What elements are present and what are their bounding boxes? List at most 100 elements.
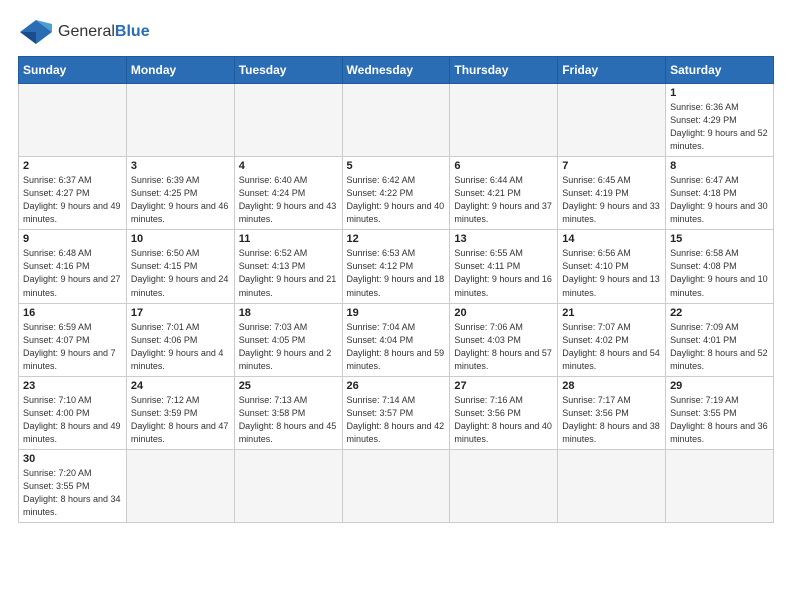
day-cell	[234, 449, 342, 522]
day-number: 22	[670, 307, 769, 319]
day-number: 9	[23, 233, 122, 245]
day-cell	[126, 449, 234, 522]
week-row-4: 16 Sunrise: 6:59 AM Sunset: 4:07 PM Dayli…	[19, 303, 774, 376]
logo-icon	[18, 18, 54, 46]
day-cell	[234, 84, 342, 157]
day-cell: 1Sunrise: 6:36 AM Sunset: 4:29 PM Daylig…	[666, 84, 774, 157]
day-number: 25	[239, 380, 338, 392]
day-cell: 27Sunrise: 7:16 AM Sunset: 3:56 PM Dayli…	[450, 376, 558, 449]
day-number: 15	[670, 233, 769, 245]
page: GeneralBlue SundayMondayTuesdayWednesday…	[0, 0, 792, 612]
week-row-2: 2Sunrise: 6:37 AM Sunset: 4:27 PM Daylig…	[19, 157, 774, 230]
day-info: Sunrise: 7:04 AM Sunset: 4:04 PM Dayligh…	[347, 321, 446, 373]
day-info: Sunrise: 7:12 AM Sunset: 3:59 PM Dayligh…	[131, 394, 230, 446]
day-cell: 30 Sunrise: 7:20 AM Sunset: 3:55 PM Dayli…	[19, 449, 127, 522]
day-cell: 23 Sunrise: 7:10 AM Sunset: 4:00 PM Dayli…	[19, 376, 127, 449]
day-info: Sunrise: 6:56 AM Sunset: 4:10 PM Dayligh…	[562, 247, 661, 299]
calendar: SundayMondayTuesdayWednesdayThursdayFrid…	[18, 56, 774, 523]
day-cell: 16 Sunrise: 6:59 AM Sunset: 4:07 PM Dayli…	[19, 303, 127, 376]
day-cell: 24 Sunrise: 7:12 AM Sunset: 3:59 PM Dayli…	[126, 376, 234, 449]
day-number: 14	[562, 233, 661, 245]
day-number: 20	[454, 307, 553, 319]
day-cell: 19 Sunrise: 7:04 AM Sunset: 4:04 PM Dayli…	[342, 303, 450, 376]
day-info: Sunrise: 6:45 AM Sunset: 4:19 PM Dayligh…	[562, 174, 661, 226]
day-info: Sunrise: 7:01 AM Sunset: 4:06 PM Dayligh…	[131, 321, 230, 373]
day-cell: 6 Sunrise: 6:44 AM Sunset: 4:21 PM Daylig…	[450, 157, 558, 230]
logo-text: GeneralBlue	[58, 23, 150, 41]
day-info: Sunrise: 6:50 AM Sunset: 4:15 PM Dayligh…	[131, 247, 230, 299]
day-info: Sunrise: 7:07 AM Sunset: 4:02 PM Dayligh…	[562, 321, 661, 373]
weekday-friday: Friday	[558, 57, 666, 84]
day-number: 13	[454, 233, 553, 245]
day-info: Sunrise: 7:19 AM Sunset: 3:55 PM Dayligh…	[670, 394, 769, 446]
day-cell: 20 Sunrise: 7:06 AM Sunset: 4:03 PM Dayli…	[450, 303, 558, 376]
day-cell: 11 Sunrise: 6:52 AM Sunset: 4:13 PM Dayli…	[234, 230, 342, 303]
day-number: 17	[131, 307, 230, 319]
logo: GeneralBlue	[18, 18, 150, 46]
day-number: 16	[23, 307, 122, 319]
day-cell: 9 Sunrise: 6:48 AM Sunset: 4:16 PM Daylig…	[19, 230, 127, 303]
day-number: 8	[670, 160, 769, 172]
day-cell	[126, 84, 234, 157]
day-number: 24	[131, 380, 230, 392]
day-cell	[666, 449, 774, 522]
day-cell: 18Sunrise: 7:03 AM Sunset: 4:05 PM Dayli…	[234, 303, 342, 376]
day-info: Sunrise: 6:44 AM Sunset: 4:21 PM Dayligh…	[454, 174, 553, 226]
day-cell: 10Sunrise: 6:50 AM Sunset: 4:15 PM Dayli…	[126, 230, 234, 303]
day-info: Sunrise: 7:13 AM Sunset: 3:58 PM Dayligh…	[239, 394, 338, 446]
day-info: Sunrise: 7:06 AM Sunset: 4:03 PM Dayligh…	[454, 321, 553, 373]
day-cell	[342, 449, 450, 522]
day-cell	[19, 84, 127, 157]
day-cell: 22Sunrise: 7:09 AM Sunset: 4:01 PM Dayli…	[666, 303, 774, 376]
day-number: 18	[239, 307, 338, 319]
day-number: 29	[670, 380, 769, 392]
day-number: 30	[23, 453, 122, 465]
day-cell: 5Sunrise: 6:42 AM Sunset: 4:22 PM Daylig…	[342, 157, 450, 230]
day-info: Sunrise: 6:39 AM Sunset: 4:25 PM Dayligh…	[131, 174, 230, 226]
day-cell: 28Sunrise: 7:17 AM Sunset: 3:56 PM Dayli…	[558, 376, 666, 449]
weekday-thursday: Thursday	[450, 57, 558, 84]
day-cell	[450, 84, 558, 157]
day-cell: 12Sunrise: 6:53 AM Sunset: 4:12 PM Dayli…	[342, 230, 450, 303]
day-number: 7	[562, 160, 661, 172]
day-info: Sunrise: 6:47 AM Sunset: 4:18 PM Dayligh…	[670, 174, 769, 226]
day-cell: 13 Sunrise: 6:55 AM Sunset: 4:11 PM Dayli…	[450, 230, 558, 303]
day-info: Sunrise: 7:10 AM Sunset: 4:00 PM Dayligh…	[23, 394, 122, 446]
day-cell: 4Sunrise: 6:40 AM Sunset: 4:24 PM Daylig…	[234, 157, 342, 230]
header: GeneralBlue	[18, 18, 774, 46]
day-number: 28	[562, 380, 661, 392]
day-cell: 2Sunrise: 6:37 AM Sunset: 4:27 PM Daylig…	[19, 157, 127, 230]
day-info: Sunrise: 6:59 AM Sunset: 4:07 PM Dayligh…	[23, 321, 122, 373]
day-cell: 29 Sunrise: 7:19 AM Sunset: 3:55 PM Dayli…	[666, 376, 774, 449]
day-number: 19	[347, 307, 446, 319]
day-cell	[450, 449, 558, 522]
day-info: Sunrise: 6:40 AM Sunset: 4:24 PM Dayligh…	[239, 174, 338, 226]
week-row-3: 9 Sunrise: 6:48 AM Sunset: 4:16 PM Daylig…	[19, 230, 774, 303]
day-cell: 14 Sunrise: 6:56 AM Sunset: 4:10 PM Dayli…	[558, 230, 666, 303]
week-row-5: 23 Sunrise: 7:10 AM Sunset: 4:00 PM Dayli…	[19, 376, 774, 449]
day-info: Sunrise: 6:37 AM Sunset: 4:27 PM Dayligh…	[23, 174, 122, 226]
day-number: 21	[562, 307, 661, 319]
day-number: 6	[454, 160, 553, 172]
day-number: 11	[239, 233, 338, 245]
day-number: 27	[454, 380, 553, 392]
weekday-monday: Monday	[126, 57, 234, 84]
day-number: 3	[131, 160, 230, 172]
day-cell	[342, 84, 450, 157]
weekday-saturday: Saturday	[666, 57, 774, 84]
day-number: 1	[670, 87, 769, 99]
day-number: 5	[347, 160, 446, 172]
day-info: Sunrise: 7:20 AM Sunset: 3:55 PM Dayligh…	[23, 467, 122, 519]
day-number: 26	[347, 380, 446, 392]
weekday-tuesday: Tuesday	[234, 57, 342, 84]
day-number: 23	[23, 380, 122, 392]
day-cell: 17 Sunrise: 7:01 AM Sunset: 4:06 PM Dayli…	[126, 303, 234, 376]
day-info: Sunrise: 6:52 AM Sunset: 4:13 PM Dayligh…	[239, 247, 338, 299]
day-number: 12	[347, 233, 446, 245]
week-row-1: 1Sunrise: 6:36 AM Sunset: 4:29 PM Daylig…	[19, 84, 774, 157]
day-info: Sunrise: 7:14 AM Sunset: 3:57 PM Dayligh…	[347, 394, 446, 446]
day-info: Sunrise: 6:48 AM Sunset: 4:16 PM Dayligh…	[23, 247, 122, 299]
day-info: Sunrise: 6:55 AM Sunset: 4:11 PM Dayligh…	[454, 247, 553, 299]
day-cell	[558, 84, 666, 157]
week-row-6: 30 Sunrise: 7:20 AM Sunset: 3:55 PM Dayli…	[19, 449, 774, 522]
